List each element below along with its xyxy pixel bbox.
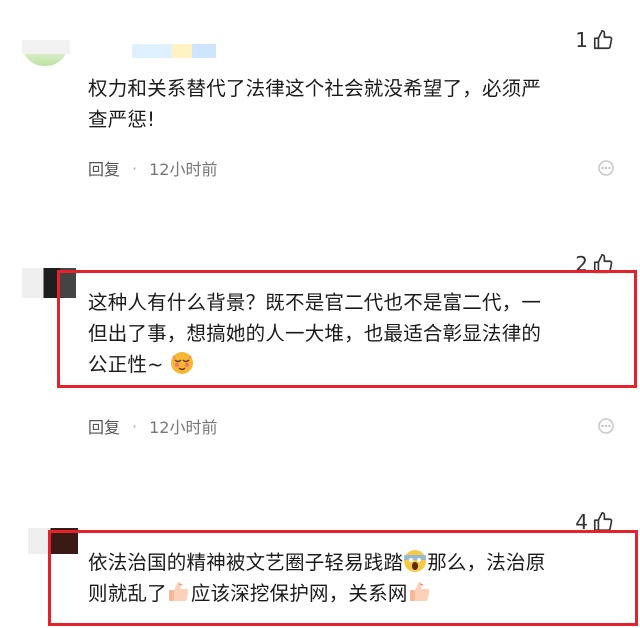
comment-1: 1 权力和关系替代了法律这个社会就没希望了，必须严 查严惩! 回复 · 12小时…	[0, 0, 640, 195]
comment-meta: 回复 · 12小时前	[88, 156, 217, 180]
timestamp: 12小时前	[149, 418, 218, 437]
comment-line: 依法治国的精神被文艺圈子轻易践踏 那么，法治原	[88, 550, 546, 574]
thumbs-up-icon	[593, 30, 613, 50]
comment-2: 2 这种人有什么背景？既不是官二代也不是富二代，一 但出了事，想搞她的人一大堆，…	[0, 230, 640, 450]
comment-line: 这种人有什么背景？既不是官二代也不是富二代，一	[88, 291, 542, 314]
thumbs-up-emoji	[409, 582, 429, 601]
separator-dot: ·	[132, 416, 138, 436]
comment-meta: 回复 · 12小时前	[88, 414, 217, 438]
like-button[interactable]: 1	[575, 28, 614, 52]
more-icon[interactable]	[596, 416, 616, 436]
face-screaming-emoji	[404, 550, 427, 572]
comment-3: 4 依法治国的精神被文艺圈子轻易践踏 那么，法治原 则就乱了 应该深挖保护网，关…	[0, 490, 640, 628]
timestamp: 12小时前	[149, 160, 218, 179]
thumbs-up-emoji	[168, 582, 189, 601]
reply-button[interactable]: 回复	[88, 156, 120, 180]
comment-line: 查严惩!	[88, 108, 156, 131]
separator-dot: ·	[132, 158, 138, 178]
more-icon[interactable]	[596, 158, 616, 178]
comment-line: 公正性~	[88, 349, 618, 380]
comment-text: 这种人有什么背景？既不是官二代也不是富二代，一 但出了事，想搞她的人一大堆，也最…	[88, 287, 618, 380]
comment-line: 权力和关系替代了法律这个社会就没希望了，必须严	[88, 77, 542, 100]
username-blurred[interactable]	[172, 44, 192, 58]
like-count: 1	[575, 28, 588, 52]
comment-line: 则就乱了 应该深挖保护网，关系网	[88, 578, 618, 609]
comment-text: 依法治国的精神被文艺圈子轻易践踏 那么，法治原 则就乱了 应该深挖保护网，关系网	[88, 547, 618, 609]
username-blurred[interactable]	[132, 44, 172, 58]
hot-face-emoji	[171, 352, 194, 374]
reply-button[interactable]: 回复	[88, 414, 120, 438]
comment-text: 权力和关系替代了法律这个社会就没希望了，必须严 查严惩!	[88, 73, 618, 135]
comment-line: 但出了事，想搞她的人一大堆，也最适合彰显法律的	[88, 322, 542, 345]
username-blurred[interactable]	[192, 44, 216, 58]
username-blurred[interactable]	[22, 40, 70, 54]
